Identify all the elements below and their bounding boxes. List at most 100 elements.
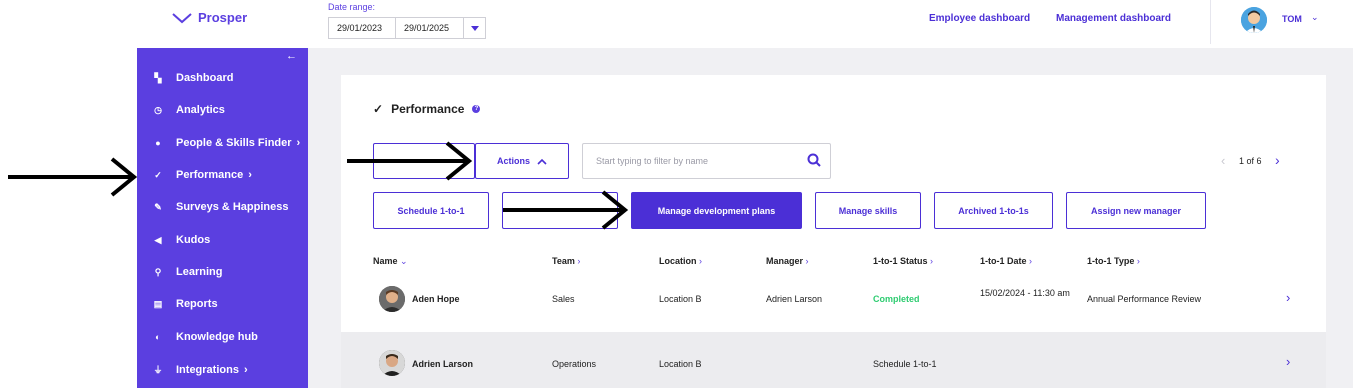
- checkmark-icon: ✓: [373, 102, 384, 116]
- column-header-date[interactable]: 1-to-1 Date ›: [980, 256, 1032, 266]
- help-icon[interactable]: ?: [472, 105, 481, 113]
- dashboard-icon: ▚: [154, 72, 162, 83]
- row-name[interactable]: Aden Hope: [412, 294, 460, 304]
- logo-icon: [172, 12, 192, 23]
- date-from-input[interactable]: 29/01/2023: [328, 17, 396, 39]
- sort-icon: ›: [1136, 256, 1140, 266]
- page-title: ✓ Performance ?: [373, 102, 481, 116]
- row-name[interactable]: Adrien Larson: [412, 359, 473, 369]
- avatar: [379, 286, 405, 312]
- knowledge-icon: ◐: [155, 332, 161, 342]
- column-header-location[interactable]: Location ›: [659, 256, 702, 266]
- previous-page-icon[interactable]: ‹: [1221, 153, 1225, 168]
- checkmark-icon: ✓: [154, 169, 162, 180]
- employee-dashboard-link[interactable]: Employee dashboard: [929, 13, 1030, 24]
- row-team: Sales: [552, 294, 575, 304]
- sidebar-item-people-skills[interactable]: ● People & Skills Finder ›: [153, 137, 300, 149]
- sort-icon: ›: [805, 256, 809, 266]
- management-dashboard-link[interactable]: Management dashboard: [1056, 13, 1171, 24]
- sidebar-item-label: Analytics: [176, 104, 225, 116]
- annotation-arrow-icon: [503, 190, 629, 230]
- column-label: Location: [659, 256, 697, 266]
- row-open-chevron-icon[interactable]: ›: [1286, 354, 1290, 369]
- sidebar-item-label: Learning: [176, 266, 223, 278]
- sidebar-item-label: People & Skills Finder: [176, 137, 292, 149]
- date-to-input[interactable]: 29/01/2025: [395, 17, 464, 39]
- chevron-right-icon: ›: [296, 137, 301, 149]
- sidebar-item-label: Reports: [176, 298, 218, 310]
- chevron-up-icon: [537, 158, 547, 165]
- column-header-status[interactable]: 1-to-1 Status ›: [873, 256, 933, 266]
- column-label: 1-to-1 Status: [873, 256, 928, 266]
- manage-skills-button[interactable]: Manage skills: [815, 192, 921, 229]
- header-divider: [1210, 0, 1211, 44]
- user-avatar[interactable]: [1241, 7, 1267, 33]
- row-status[interactable]: Schedule 1-to-1: [873, 359, 937, 369]
- column-header-type[interactable]: 1-to-1 Type ›: [1087, 256, 1140, 266]
- table-row[interactable]: [341, 332, 1326, 388]
- column-header-team[interactable]: Team ›: [552, 256, 580, 266]
- row-status: Completed: [873, 294, 920, 304]
- pagination-label: 1 of 6: [1239, 156, 1262, 166]
- avatar: [379, 350, 405, 376]
- learning-icon: ⚲: [154, 266, 162, 277]
- assign-new-manager-button[interactable]: Assign new manager: [1066, 192, 1206, 229]
- search-icon[interactable]: [807, 153, 821, 172]
- app-logo[interactable]: Prosper: [172, 10, 247, 25]
- page-title-text: Performance: [391, 102, 465, 116]
- sidebar-item-integrations[interactable]: ⏚ Integrations ›: [153, 363, 247, 376]
- row-type: Annual Performance Review: [1087, 294, 1202, 304]
- column-label: Name: [373, 256, 398, 266]
- column-header-name[interactable]: Name ⌄: [373, 256, 408, 267]
- megaphone-icon: ◀: [154, 234, 162, 245]
- sidebar-item-reports[interactable]: ▤ Reports: [153, 298, 218, 310]
- row-team: Operations: [552, 359, 597, 369]
- sort-icon: ›: [699, 256, 703, 266]
- schedule-1-to-1-button[interactable]: Schedule 1-to-1: [373, 192, 489, 229]
- sidebar-item-surveys[interactable]: ✎ Surveys & Happiness: [153, 201, 289, 213]
- app-name: Prosper: [198, 10, 248, 25]
- person-icon: ●: [155, 138, 161, 148]
- sort-icon: ›: [1029, 256, 1033, 266]
- avatar-icon: [1241, 7, 1267, 33]
- sidebar-item-label: Surveys & Happiness: [176, 201, 289, 213]
- date-range-label: Date range:: [328, 2, 376, 12]
- sort-icon: ›: [930, 256, 934, 266]
- sidebar-item-learning[interactable]: ⚲ Learning: [153, 266, 223, 278]
- sidebar-item-label: Dashboard: [176, 72, 234, 84]
- row-location: Location B: [659, 359, 702, 369]
- sidebar-item-performance[interactable]: ✓ Performance ›: [153, 169, 252, 181]
- archived-1-to-1s-button[interactable]: Archived 1-to-1s: [934, 192, 1053, 229]
- chevron-down-icon[interactable]: ⌄: [1311, 12, 1319, 23]
- actions-label: Actions: [496, 156, 530, 166]
- row-open-chevron-icon[interactable]: ›: [1286, 290, 1290, 305]
- sidebar-item-label: Knowledge hub: [176, 331, 258, 343]
- sidebar-item-dashboard[interactable]: ▚ Dashboard: [153, 72, 234, 84]
- report-icon: ▤: [153, 298, 163, 309]
- user-name[interactable]: TOM: [1282, 14, 1302, 24]
- column-header-manager[interactable]: Manager ›: [766, 256, 809, 266]
- column-label: Manager: [766, 256, 804, 266]
- annotation-arrow-icon: [8, 157, 138, 197]
- manage-development-plans-button[interactable]: Manage development plans: [631, 192, 802, 229]
- sidebar-item-label: Performance: [176, 169, 244, 181]
- analytics-icon: ◷: [154, 104, 162, 115]
- date-dropdown-button[interactable]: [463, 17, 486, 39]
- survey-icon: ✎: [154, 201, 162, 212]
- sort-down-icon: ⌄: [400, 256, 408, 266]
- row-date: 15/02/2024 - 11:30 am: [980, 288, 1070, 298]
- sidebar-item-analytics[interactable]: ◷ Analytics: [153, 104, 225, 116]
- column-label: Team: [552, 256, 575, 266]
- collapse-sidebar-icon[interactable]: ←: [286, 50, 297, 62]
- column-label: 1-to-1 Date: [980, 256, 1027, 266]
- sort-icon: ›: [577, 256, 581, 266]
- sidebar-item-kudos[interactable]: ◀ Kudos: [153, 234, 211, 246]
- actions-button[interactable]: Actions: [475, 143, 569, 179]
- row-manager: Adrien Larson: [766, 294, 823, 304]
- column-label: 1-to-1 Type: [1087, 256, 1135, 266]
- sidebar-item-label: Integrations: [176, 363, 239, 376]
- sidebar-item-knowledge-hub[interactable]: ◐ Knowledge hub: [153, 331, 258, 343]
- search-input[interactable]: Start typing to filter by name: [582, 143, 831, 179]
- next-page-icon[interactable]: ›: [1275, 152, 1280, 168]
- annotation-arrow-icon: [347, 141, 473, 181]
